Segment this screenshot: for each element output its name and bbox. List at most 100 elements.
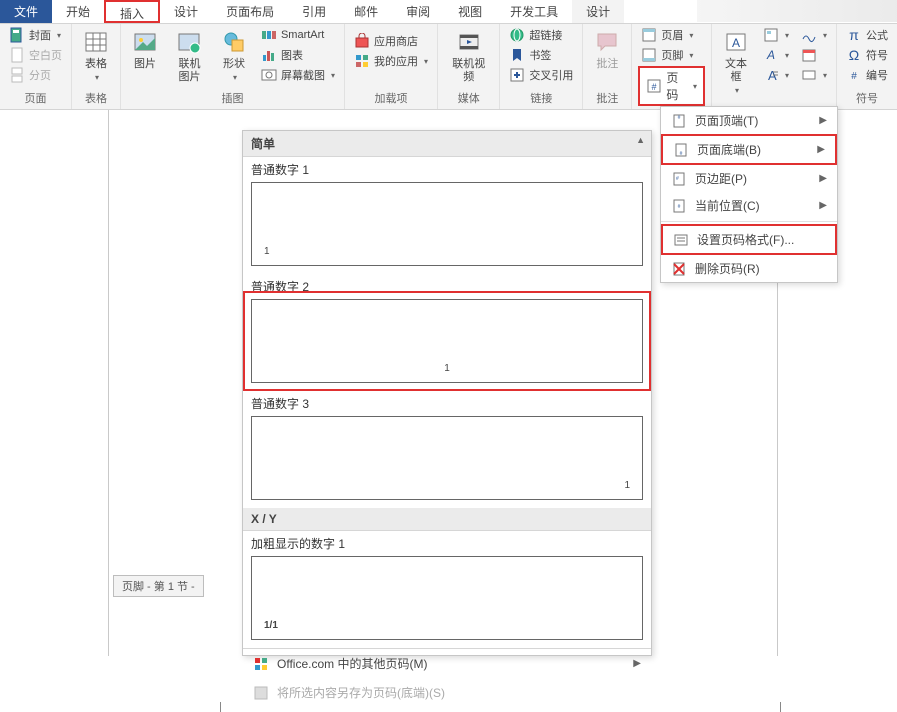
page-break-button[interactable]: 分页: [6, 66, 65, 84]
tab-review[interactable]: 审阅: [392, 0, 444, 23]
page-break-label: 分页: [29, 67, 51, 83]
tab-mailings[interactable]: 邮件: [340, 0, 392, 23]
menu-page-bottom[interactable]: # 页面底端(B) ▶: [661, 134, 837, 165]
save-icon: [253, 685, 269, 701]
svg-text:#: #: [678, 115, 681, 121]
page-number-icon: #: [646, 78, 662, 94]
chart-label: 图表: [281, 47, 303, 63]
hyperlink-button[interactable]: 超链接: [506, 26, 576, 44]
arrow-right-icon: ▶: [819, 200, 827, 211]
gallery-save-selection: 将所选内容另存为页码(底端)(S): [243, 678, 651, 707]
bookmark-label: 书签: [529, 47, 551, 63]
tab-design[interactable]: 设计: [160, 0, 212, 23]
gallery-item-bold1[interactable]: 1/1: [251, 556, 643, 640]
menu-page-margins[interactable]: # 页边距(P) ▶: [661, 165, 837, 192]
tab-insert[interactable]: 插入: [104, 0, 160, 23]
menu-format-pagenum[interactable]: 设置页码格式(F)...: [661, 224, 837, 255]
textbox-button[interactable]: A 文本框▾: [718, 26, 754, 99]
tab-layout[interactable]: 页面布局: [212, 0, 288, 23]
tab-home[interactable]: 开始: [52, 0, 104, 23]
menu-current-position[interactable]: # 当前位置(C) ▶: [661, 192, 837, 219]
tab-hf-design[interactable]: 设计: [572, 0, 624, 23]
page-number-menu: # 页面顶端(T) ▶ # 页面底端(B) ▶ # 页边距(P) ▶ # 当前位…: [660, 106, 838, 283]
crossref-label: 交叉引用: [529, 67, 573, 83]
gallery-header-simple: 简单 ▲: [243, 131, 651, 157]
chevron-down-icon: ▾: [785, 71, 789, 80]
group-pages-label: 页面: [6, 88, 65, 109]
gallery-item-plain2[interactable]: 1: [251, 299, 643, 383]
gallery-item-plain1[interactable]: 1: [251, 182, 643, 266]
shapes-button[interactable]: 形状▾: [216, 26, 252, 86]
object-button[interactable]: ▾: [798, 66, 830, 84]
gallery-header-xy: X / Y: [243, 508, 651, 531]
comment-icon: [593, 28, 621, 56]
arrow-right-icon: ▶: [819, 173, 827, 184]
hyperlink-label: 超链接: [529, 27, 562, 43]
gallery-item-plain3-label: 普通数字 3: [243, 391, 651, 414]
footer-button[interactable]: 页脚▾: [638, 46, 705, 64]
menu-page-margins-label: 页边距(P): [695, 170, 747, 187]
tab-view[interactable]: 视图: [444, 0, 496, 23]
symbol-button[interactable]: Ω 符号: [843, 46, 891, 64]
current-position-icon: #: [671, 198, 687, 214]
equation-button[interactable]: π 公式: [843, 26, 891, 44]
datetime-button[interactable]: [798, 46, 830, 64]
gallery-item-plain3[interactable]: 1: [251, 416, 643, 500]
chevron-down-icon: ▾: [689, 51, 693, 60]
tab-file[interactable]: 文件: [0, 0, 52, 23]
picture-icon: [131, 28, 159, 56]
chart-button[interactable]: 图表: [258, 46, 338, 64]
online-video-button[interactable]: 联机视频: [444, 26, 493, 86]
number-button[interactable]: # 编号: [843, 66, 891, 84]
cover-page-button[interactable]: 封面▾: [6, 26, 65, 44]
symbol-icon: Ω: [846, 47, 862, 63]
arrow-right-icon: ▶: [817, 144, 825, 155]
myaddins-button[interactable]: 我的应用▾: [351, 52, 431, 70]
tab-developer[interactable]: 开发工具: [496, 0, 572, 23]
dropcap-button[interactable]: A▾: [760, 66, 792, 84]
textbox-label: 文本框▾: [722, 58, 750, 97]
store-icon: [354, 33, 370, 49]
textbox-icon: A: [722, 28, 750, 56]
gallery-save-selection-label: 将所选内容另存为页码(底端)(S): [277, 684, 445, 701]
screenshot-button[interactable]: 屏幕截图▾: [258, 66, 338, 84]
scroll-up-icon[interactable]: ▲: [636, 135, 645, 145]
blank-page-button[interactable]: 空白页: [6, 46, 65, 64]
tab-references[interactable]: 引用: [288, 0, 340, 23]
menu-page-top[interactable]: # 页面顶端(T) ▶: [661, 107, 837, 134]
online-picture-button[interactable]: 联机图片: [169, 26, 210, 86]
group-addins: 应用商店 我的应用▾ 加载项: [345, 24, 438, 109]
group-tables-label: 表格: [78, 88, 114, 109]
number-label: 编号: [866, 67, 888, 83]
signature-button[interactable]: ▾: [798, 26, 830, 44]
bookmark-button[interactable]: 书签: [506, 46, 576, 64]
menu-remove-pagenum[interactable]: 删除页码(R): [661, 255, 837, 282]
group-symbols-label: 符号: [843, 88, 891, 109]
store-button[interactable]: 应用商店: [351, 32, 431, 50]
datetime-icon: [801, 47, 817, 63]
header-button[interactable]: 页眉▾: [638, 26, 705, 44]
group-symbols: π 公式 Ω 符号 # 编号 符号: [837, 24, 897, 109]
preview-number: 1: [624, 480, 630, 491]
table-button[interactable]: 表格▾: [78, 26, 114, 86]
decorative-banner: [697, 0, 897, 22]
blank-page-icon: [9, 47, 25, 63]
crossref-button[interactable]: 交叉引用: [506, 66, 576, 84]
number-icon: #: [846, 67, 862, 83]
symbol-label: 符号: [866, 47, 888, 63]
picture-button[interactable]: 图片: [127, 26, 163, 73]
smartart-button[interactable]: SmartArt: [258, 26, 338, 44]
svg-text:#: #: [678, 204, 681, 210]
remove-pagenum-icon: [671, 261, 687, 277]
wordart-button[interactable]: A▾: [760, 46, 792, 64]
smartart-icon: [261, 27, 277, 43]
comment-button[interactable]: 批注: [589, 26, 625, 73]
chart-icon: [261, 47, 277, 63]
shapes-label: 形状▾: [223, 58, 245, 84]
arrow-right-icon: ▶: [633, 658, 641, 669]
chevron-down-icon: ▾: [823, 31, 827, 40]
quickparts-button[interactable]: ▾: [760, 26, 792, 44]
page-number-button[interactable]: # 页码▾: [638, 66, 705, 106]
menu-separator: [661, 221, 837, 222]
gallery-office-more[interactable]: Office.com 中的其他页码(M) ▶: [243, 649, 651, 678]
